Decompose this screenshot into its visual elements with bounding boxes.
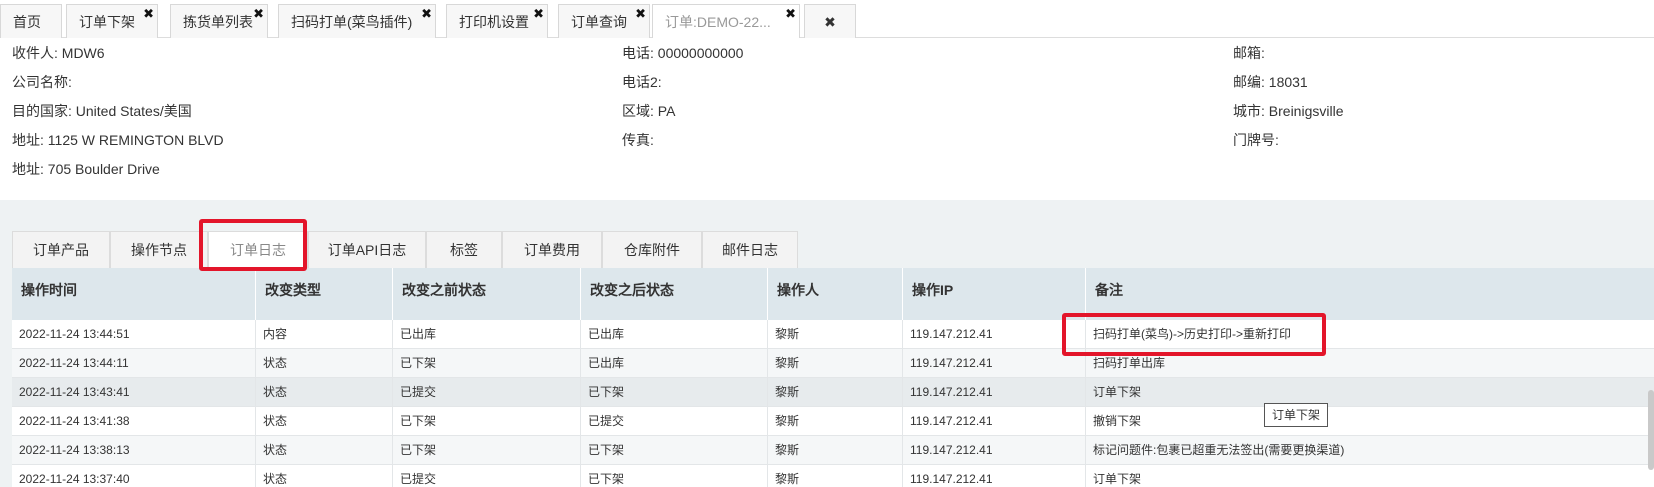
company-field: 公司名称: (12, 74, 72, 90)
cell-operator: 黎斯 (768, 407, 903, 436)
city-field: 城市: Breinigsville (1233, 103, 1344, 119)
cell-operation-time: 2022-11-24 13:38:13 (12, 436, 256, 465)
close-icon[interactable]: ✖ (253, 7, 264, 21)
cell-operator: 黎斯 (768, 320, 903, 349)
top-tab-label: 扫码打单(菜鸟插件) (291, 14, 413, 30)
cell-change-type: 状态 (256, 465, 393, 487)
close-icon[interactable]: ✖ (421, 7, 432, 21)
close-icon[interactable]: ✖ (533, 7, 544, 21)
cell-after-status: 已出库 (581, 349, 768, 378)
top-tab-label: 订单下架 (79, 14, 135, 30)
cell-operation-ip: 119.147.212.41 (903, 465, 1086, 487)
cell-operation-time: 2022-11-24 13:44:51 (12, 320, 256, 349)
recipient-info-panel: 收件人: MDW6 电话: 00000000000 邮箱: 公司名称: 电话2:… (0, 38, 1654, 200)
cell-change-type: 内容 (256, 320, 393, 349)
cell-remarks: 扫码打单出库 (1093, 356, 1166, 370)
phone2-field: 电话2: (622, 74, 662, 90)
cell-operation-ip: 119.147.212.41 (903, 320, 1086, 349)
phone-field: 电话: 00000000000 (622, 45, 744, 61)
cell-before-status: 已下架 (393, 349, 581, 378)
close-all-icon: ✖ (824, 14, 836, 30)
cell-after-status: 已提交 (581, 407, 768, 436)
top-tab-label: 打印机设置 (459, 14, 529, 30)
tab-order-fees[interactable]: 订单费用 (502, 231, 602, 268)
cell-before-status: 已下架 (393, 436, 581, 465)
address2-field: 地址: 705 Boulder Drive (12, 161, 160, 177)
tab-order-api-log[interactable]: 订单API日志 (308, 231, 426, 268)
cell-change-type: 状态 (256, 378, 393, 407)
close-icon[interactable]: ✖ (143, 7, 154, 21)
top-tab-label: 订单查询 (571, 14, 627, 30)
cell-remarks: 订单下架 (1093, 472, 1142, 486)
cell-after-status: 已下架 (581, 436, 768, 465)
vertical-scrollbar[interactable] (1648, 390, 1654, 470)
column-header-operator[interactable]: 操作人 (768, 268, 903, 320)
column-header-before-status[interactable]: 改变之前状态 (393, 268, 581, 320)
cell-operation-ip: 119.147.212.41 (903, 407, 1086, 436)
tab-labels[interactable]: 标签 (426, 231, 502, 268)
country-field: 目的国家: United States/美国 (12, 103, 192, 119)
address1-field: 地址: 1125 W REMINGTON BLVD (12, 132, 224, 148)
tab-email-log[interactable]: 邮件日志 (702, 231, 798, 268)
column-header-change-type[interactable]: 改变类型 (256, 268, 393, 320)
column-header-remarks[interactable]: 备注 (1086, 268, 1654, 320)
cell-before-status: 已下架 (393, 407, 581, 436)
cell-after-status: 已下架 (581, 378, 768, 407)
cell-before-status: 已提交 (393, 465, 581, 487)
cell-remarks: 撤销下架 (1093, 414, 1142, 428)
tab-warehouse-attachments[interactable]: 仓库附件 (602, 231, 702, 268)
tab-order-products[interactable]: 订单产品 (12, 231, 110, 268)
top-tab-order-unshelve[interactable]: 订单下架 ✖ (66, 4, 158, 38)
cell-operation-time: 2022-11-24 13:44:11 (12, 349, 256, 378)
top-tab-scan-print[interactable]: 扫码打单(菜鸟插件) ✖ (278, 4, 436, 38)
tab-operation-nodes[interactable]: 操作节点 (110, 231, 208, 268)
tab-order-log[interactable]: 订单日志 (208, 231, 308, 268)
close-icon[interactable]: ✖ (785, 7, 796, 21)
top-tab-bar: 首页 订单下架 ✖ 拣货单列表 ✖ 扫码打单(菜鸟插件) ✖ 打印机设置 ✖ 订… (0, 0, 1654, 38)
fax-field: 传真: (622, 132, 654, 148)
cell-after-status: 已下架 (581, 465, 768, 487)
cell-change-type: 状态 (256, 349, 393, 378)
cell-operation-ip: 119.147.212.41 (903, 436, 1086, 465)
column-header-operation-ip[interactable]: 操作IP (903, 268, 1086, 320)
close-all-tabs-button[interactable]: ✖ (804, 4, 856, 38)
cell-change-type: 状态 (256, 436, 393, 465)
cell-operation-ip: 119.147.212.41 (903, 378, 1086, 407)
cell-remarks: 标记问题件:包裹已超重无法签出(需要更换渠道) (1093, 443, 1345, 457)
cell-remarks: 订单下架 (1093, 385, 1142, 399)
column-header-after-status[interactable]: 改变之后状态 (581, 268, 768, 320)
cell-change-type: 状态 (256, 407, 393, 436)
column-header-operation-time[interactable]: 操作时间 (12, 268, 256, 320)
top-tab-order-query[interactable]: 订单查询 ✖ (558, 4, 650, 38)
hover-tooltip: 订单下架 (1264, 403, 1329, 427)
top-tab-label: 订单:DEMO-22... (665, 14, 771, 30)
zip-field: 邮编: 18031 (1233, 74, 1308, 90)
top-tab-label: 首页 (13, 14, 41, 30)
cell-operation-time: 2022-11-24 13:43:41 (12, 378, 256, 407)
cell-operator: 黎斯 (768, 349, 903, 378)
cell-before-status: 已提交 (393, 378, 581, 407)
cell-operator: 黎斯 (768, 378, 903, 407)
door-number-field: 门牌号: (1233, 132, 1279, 148)
top-tab-pick-list[interactable]: 拣货单列表 ✖ (170, 4, 268, 38)
recipient-field: 收件人: MDW6 (12, 45, 105, 61)
top-tab-printer-settings[interactable]: 打印机设置 ✖ (446, 4, 548, 38)
cell-before-status: 已出库 (393, 320, 581, 349)
top-tab-home[interactable]: 首页 (0, 4, 62, 38)
region-field: 区域: PA (622, 103, 676, 119)
email-field: 邮箱: (1233, 45, 1265, 61)
cell-operator: 黎斯 (768, 465, 903, 487)
cell-after-status: 已出库 (581, 320, 768, 349)
top-tab-order-detail[interactable]: 订单:DEMO-22... ✖ (652, 4, 800, 38)
cell-remarks: 扫码打单(菜鸟)->历史打印->重新打印 (1093, 327, 1292, 341)
cell-operation-time: 2022-11-24 13:37:40 (12, 465, 256, 487)
cell-operator: 黎斯 (768, 436, 903, 465)
cell-operation-ip: 119.147.212.41 (903, 349, 1086, 378)
cell-operation-time: 2022-11-24 13:41:38 (12, 407, 256, 436)
close-icon[interactable]: ✖ (635, 7, 646, 21)
top-tab-label: 拣货单列表 (183, 14, 253, 30)
